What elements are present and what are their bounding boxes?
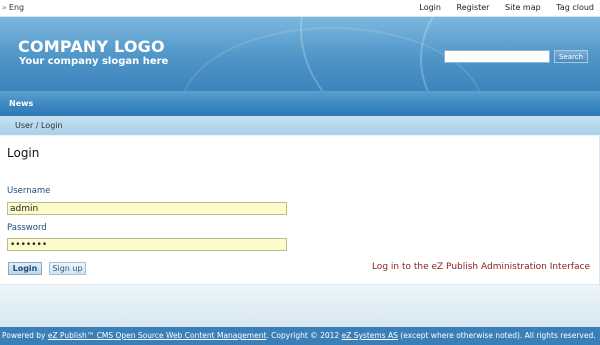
login-button[interactable]: Login [8,262,42,275]
chevron-right-icon: » [2,3,7,12]
search-input[interactable] [444,50,550,63]
nav-item-news[interactable]: News [9,99,33,108]
company-logo[interactable]: COMPANY LOGO [18,37,165,56]
footer-copyright: . Copyright © 2012 [266,331,340,340]
top-links: Login Register Site map Tag cloud [406,3,594,12]
site-footer: Powered by eZ Publish™ CMS Open Source W… [0,327,600,345]
language-label: Eng [8,3,25,12]
language-selector[interactable]: » Eng [2,3,24,12]
footer-ez-systems-link[interactable]: eZ Systems AS [342,331,398,340]
top-link-tag-cloud[interactable]: Tag cloud [556,3,594,12]
footer-rights: (except where otherwise noted). All righ… [400,331,596,340]
login-panel: Login Username admin Password ••••••• Lo… [0,136,600,285]
breadcrumb-text: User / Login [15,121,63,130]
page-title: Login [7,146,40,160]
top-bar: » Eng Login Register Site map Tag cloud [0,0,600,17]
password-field[interactable]: ••••••• [7,238,287,251]
top-link-site-map[interactable]: Site map [505,3,541,12]
username-label: Username [7,186,51,196]
search-button[interactable]: Search [554,50,588,63]
breadcrumb: User / Login [0,116,600,135]
top-link-login[interactable]: Login [419,3,441,12]
top-link-register[interactable]: Register [457,3,490,12]
signup-button[interactable]: Sign up [49,262,86,275]
decorative-band [0,285,600,327]
admin-interface-link[interactable]: Log in to the eZ Publish Administration … [372,262,590,272]
username-field[interactable]: admin [7,202,287,215]
company-slogan: Your company slogan here [19,56,169,67]
site-header: COMPANY LOGO Your company slogan here Se… [0,17,600,91]
footer-text: Powered by eZ Publish™ CMS Open Source W… [2,331,596,340]
footer-ez-publish-link[interactable]: eZ Publish™ CMS Open Source Web Content … [48,331,267,340]
password-label: Password [7,223,47,233]
footer-powered-by: Powered by [2,331,46,340]
main-nav: News [0,91,600,116]
